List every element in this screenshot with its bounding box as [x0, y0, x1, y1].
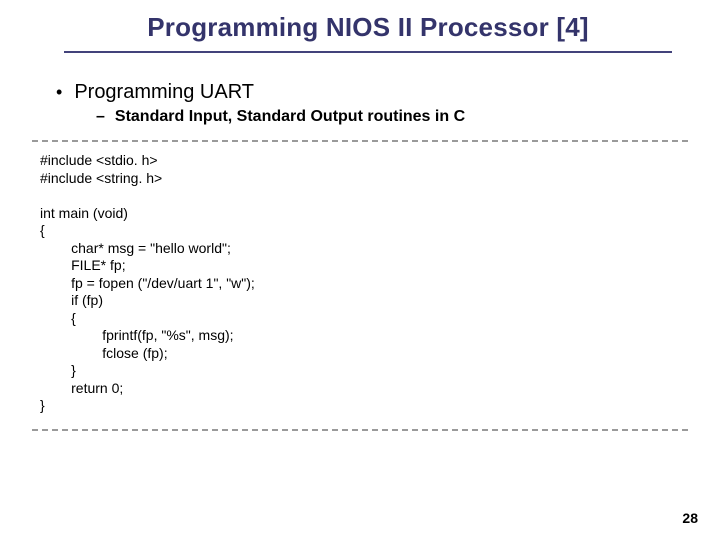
- subbullet-marker: –: [96, 108, 105, 126]
- title-container: Programming NIOS II Processor [4]: [64, 0, 672, 53]
- bullet-item: • Programming UART: [56, 81, 664, 104]
- slide: Programming NIOS II Processor [4] • Prog…: [0, 0, 720, 540]
- page-number: 28: [682, 510, 698, 526]
- bullet-text: Programming UART: [74, 81, 254, 104]
- bullet-marker: •: [56, 83, 62, 101]
- subbullet-item: – Standard Input, Standard Output routin…: [96, 108, 664, 126]
- slide-title: Programming NIOS II Processor [4]: [64, 12, 672, 43]
- code-block: #include <stdio. h> #include <string. h>…: [0, 148, 720, 415]
- subbullet-text: Standard Input, Standard Output routines…: [115, 108, 465, 126]
- dashed-separator-top: [32, 140, 688, 142]
- content-area: • Programming UART – Standard Input, Sta…: [0, 53, 720, 126]
- dashed-separator-bottom: [32, 429, 688, 431]
